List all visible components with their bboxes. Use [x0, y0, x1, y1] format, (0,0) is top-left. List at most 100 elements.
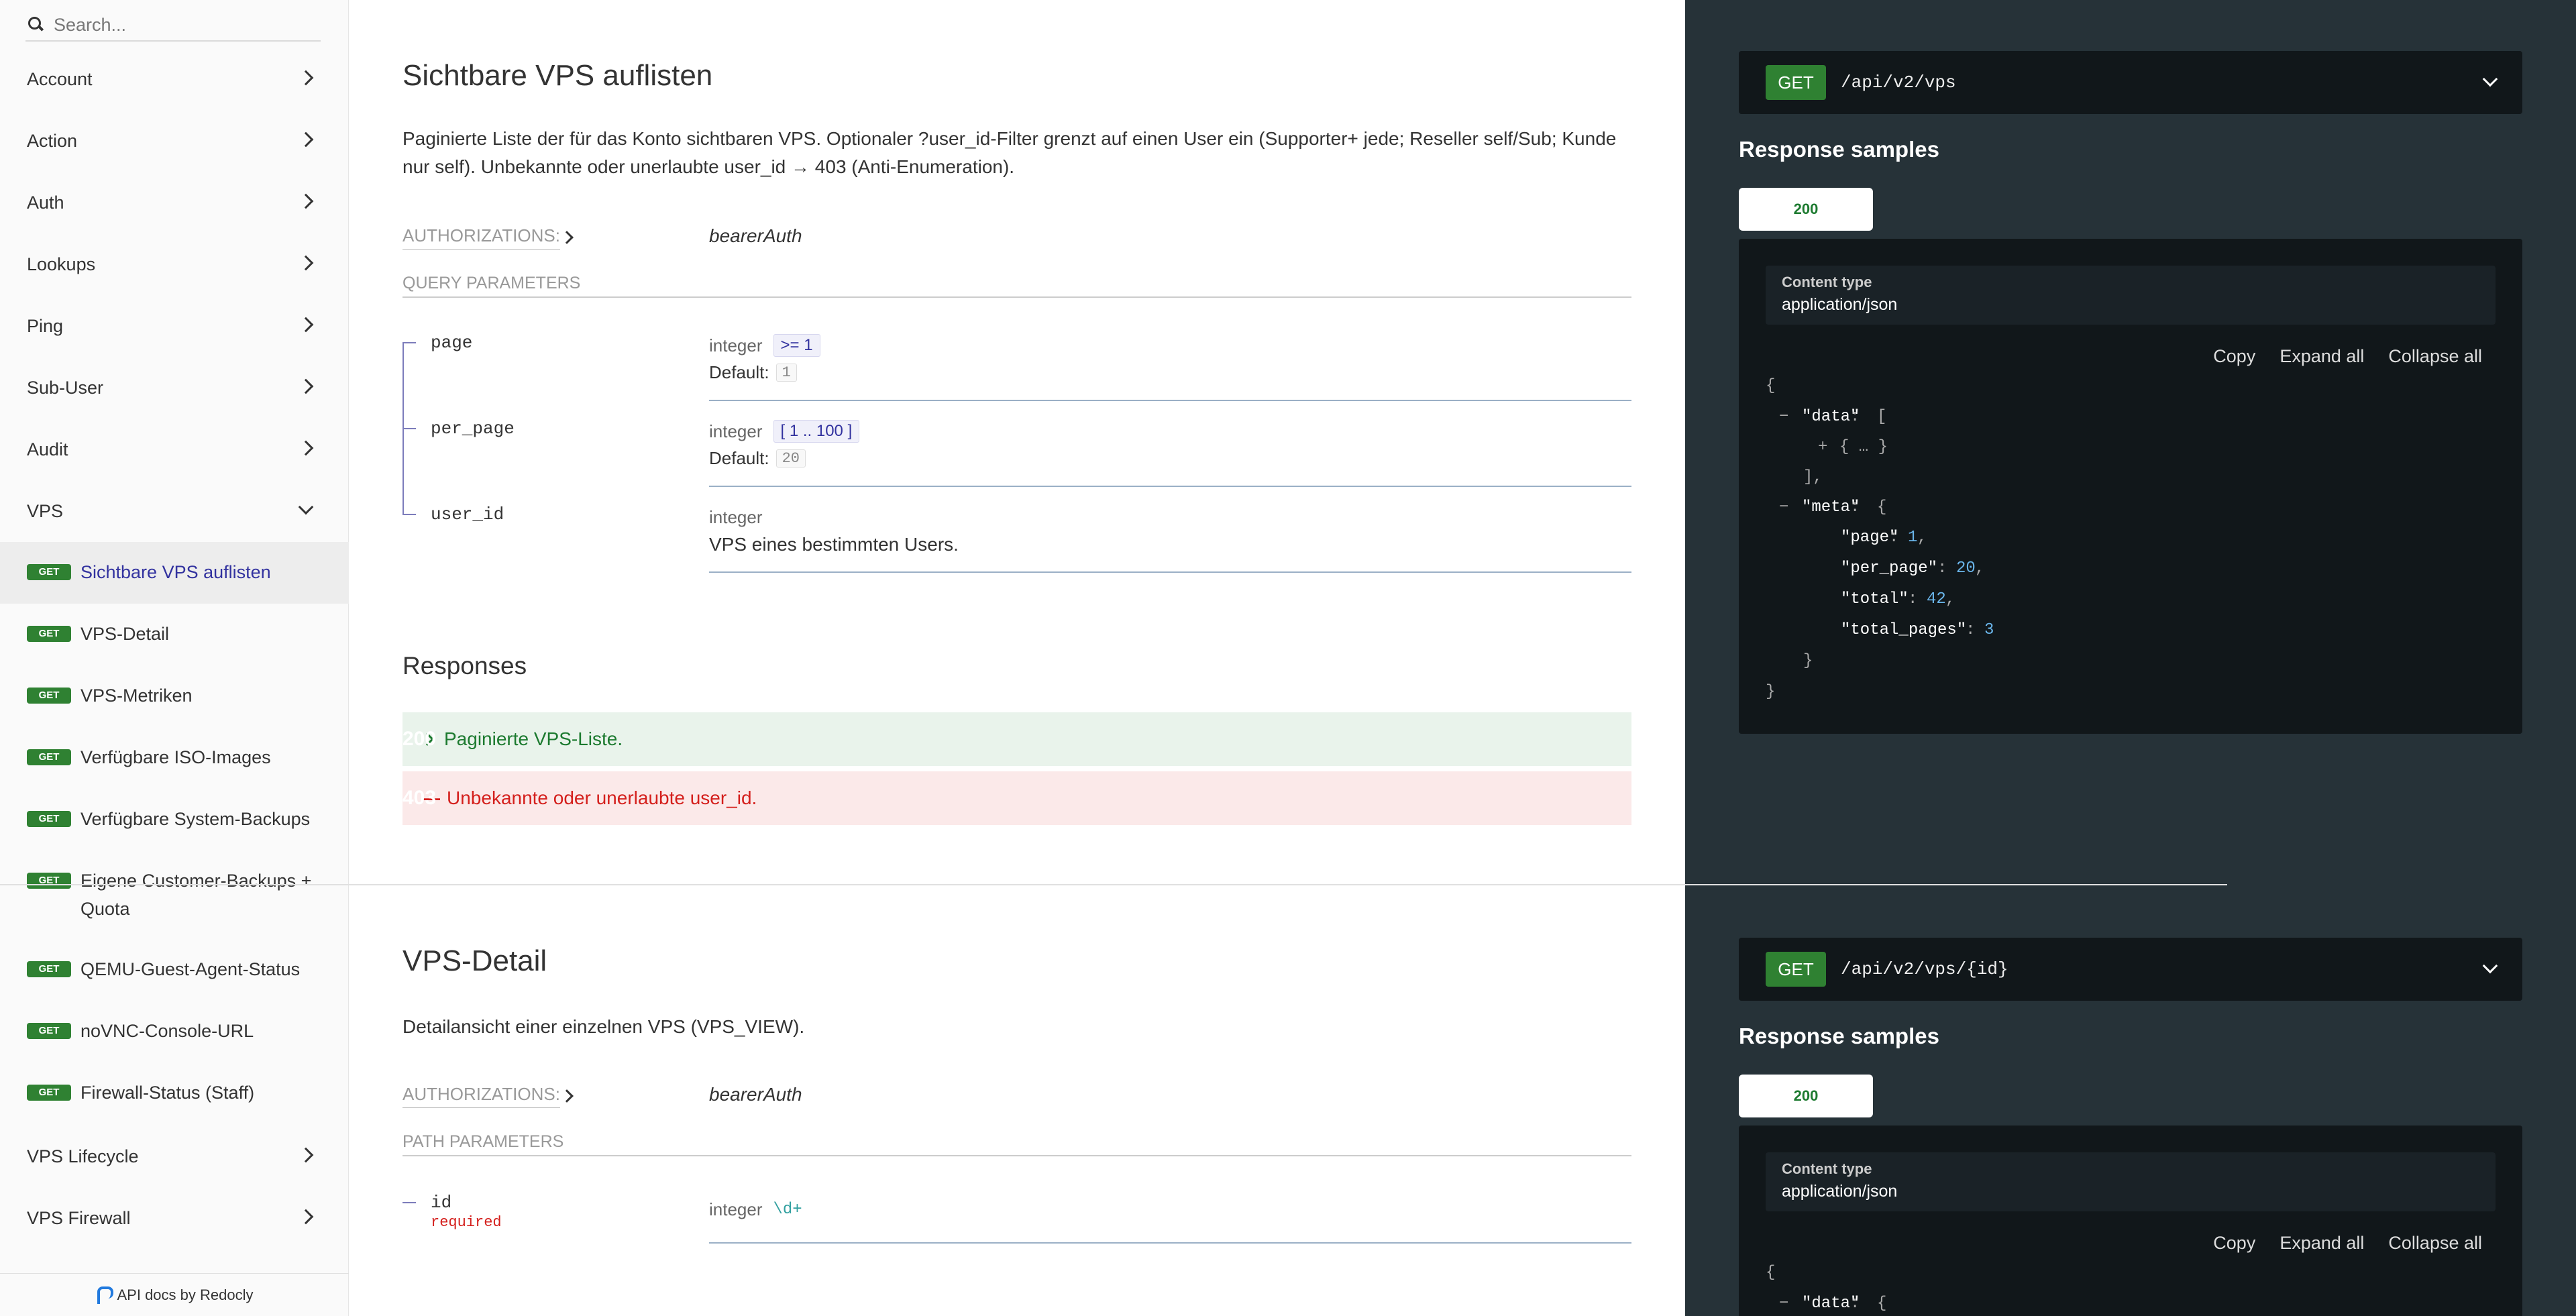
sidebar-item-vps-firewall[interactable]: VPS Firewall	[0, 1187, 349, 1249]
sidebar: Account Action Auth Lookups Ping Sub-Use…	[0, 0, 349, 1316]
param-type-label: integer	[709, 507, 763, 527]
response-samples-title: Response samples	[1739, 137, 1939, 162]
param-description: VPS eines bestimmten Users.	[709, 534, 959, 555]
right-panel: GET /api/v2/vps Response samples 200 Con…	[1685, 0, 2576, 1316]
row-divider	[709, 571, 1631, 573]
content-type-label: Content type	[1782, 1160, 1872, 1177]
response-text: Unbekannte oder unerlaubte user_id.	[447, 787, 757, 808]
responses-title: Responses	[402, 652, 527, 679]
sidebar-op-vps-metrics[interactable]: GET VPS-Metriken	[0, 665, 349, 727]
operation-description: Detailansicht einer einzelnen VPS (VPS_V…	[402, 1016, 805, 1037]
sidebar-item-lookups[interactable]: Lookups	[0, 233, 349, 295]
json-collapse-toggle[interactable]: −	[1779, 408, 1788, 426]
sidebar-item-action[interactable]: Action	[0, 110, 349, 172]
copy-button[interactable]: Copy	[2213, 346, 2255, 367]
json-bracket: ],	[1803, 468, 1823, 486]
param-type: integer >= 1	[709, 334, 820, 357]
sidebar-item-audit[interactable]: Audit	[0, 419, 349, 480]
redocly-label: API docs by Redocly	[117, 1286, 254, 1303]
json-collapse-toggle[interactable]: −	[1779, 1295, 1788, 1313]
json-colon: :	[1850, 498, 1860, 516]
endpoint-path: /api/v2/vps	[1841, 72, 1956, 93]
search-input[interactable]	[54, 14, 309, 36]
param-type-label: integer	[709, 421, 763, 441]
chevron-right-icon	[298, 440, 314, 456]
operation-description: Paginierte Liste der für das Konto sicht…	[402, 125, 1650, 181]
sidebar-op-label: VPS-Detail	[80, 624, 170, 644]
sidebar-op-customer-backups[interactable]: GET Eigene Customer-Backups + Quota	[0, 851, 349, 939]
sidebar-item-ping[interactable]: Ping	[0, 295, 349, 357]
chevron-right-icon	[298, 70, 314, 86]
response-403-row[interactable]: — 403 Unbekannte oder unerlaubte user_id…	[402, 771, 1631, 825]
sidebar-item-label: Audit	[27, 439, 68, 459]
default-value: 20	[775, 449, 806, 468]
sidebar-item-label: Sub-User	[27, 377, 104, 398]
authorizations-toggle[interactable]: Authorizations:	[402, 225, 560, 250]
divider	[402, 296, 1631, 298]
collapse-all-button[interactable]: Collapse all	[2388, 346, 2482, 367]
json-expand-toggle[interactable]: +	[1818, 438, 1827, 456]
endpoint-toggle[interactable]: GET /api/v2/vps/{id}	[1739, 938, 2522, 1001]
endpoint-path: /api/v2/vps/{id}	[1841, 959, 2008, 979]
method-badge: GET	[27, 749, 71, 765]
sidebar-item-sub-user[interactable]: Sub-User	[0, 357, 349, 419]
sidebar-op-system-backups[interactable]: GET Verfügbare System-Backups	[0, 789, 349, 851]
json-key: "total"	[1841, 590, 1909, 608]
content-type-box[interactable]: Content type application/json	[1766, 1152, 2496, 1211]
method-badge: GET	[27, 626, 71, 642]
sidebar-op-list-vps[interactable]: GET Sichtbare VPS auflisten	[0, 542, 349, 604]
copy-button[interactable]: Copy	[2213, 1233, 2255, 1254]
sample-actions: Copy Expand all Collapse all	[2189, 346, 2482, 367]
sidebar-op-qemu-agent[interactable]: GET QEMU-Guest-Agent-Status	[0, 939, 349, 1001]
sidebar-item-label: VPS Firewall	[27, 1207, 131, 1228]
auth-scheme: bearerAuth	[709, 225, 802, 246]
response-200-toggle[interactable]: 200 Paginierte VPS-Liste.	[402, 712, 1631, 766]
sidebar-op-iso-images[interactable]: GET Verfügbare ISO-Images	[0, 727, 349, 789]
sidebar-op-label: VPS-Metriken	[80, 686, 193, 706]
sidebar-item-auth[interactable]: Auth	[0, 172, 349, 233]
method-badge: GET	[27, 1023, 71, 1039]
sidebar-item-account[interactable]: Account	[0, 48, 349, 110]
json-colon: :	[1850, 1295, 1860, 1313]
json-collapsed-object: { … }	[1839, 438, 1888, 456]
json-collapse-toggle[interactable]: −	[1779, 498, 1788, 516]
sidebar-item-label: Lookups	[27, 254, 96, 274]
expand-all-button[interactable]: Expand all	[2279, 1233, 2364, 1254]
required-label: required	[431, 1214, 502, 1231]
json-key: "total_pages"	[1841, 621, 1967, 639]
response-tab-200[interactable]: 200	[1739, 188, 1873, 231]
json-colon: :	[1850, 408, 1860, 426]
redocly-logo-icon	[96, 1286, 113, 1304]
response-tab-200[interactable]: 200	[1739, 1075, 1873, 1117]
response-sample-panel: Content type application/json Copy Expan…	[1739, 1126, 2522, 1316]
param-type: integer [ 1 .. 100 ]	[709, 420, 860, 443]
sidebar-op-label: Verfügbare System-Backups	[80, 809, 311, 829]
sidebar-op-vps-detail[interactable]: GET VPS-Detail	[0, 604, 349, 665]
param-pattern: \d+	[773, 1201, 802, 1219]
param-tick	[402, 514, 416, 515]
sidebar-op-firewall-status[interactable]: GET Firewall-Status (Staff)	[0, 1062, 349, 1124]
collapse-all-button[interactable]: Collapse all	[2388, 1233, 2482, 1254]
sidebar-item-vps-lifecycle[interactable]: VPS Lifecycle	[0, 1126, 349, 1187]
method-badge: GET	[27, 811, 71, 827]
default-value: 1	[775, 364, 797, 382]
chevron-down-icon	[2482, 71, 2498, 87]
response-samples-title: Response samples	[1739, 1024, 1939, 1048]
sidebar-op-label: Firewall-Status (Staff)	[80, 1083, 255, 1103]
redocly-link[interactable]: API docs by Redocly	[0, 1273, 349, 1316]
auth-scheme: bearerAuth	[709, 1084, 802, 1105]
sidebar-op-novnc[interactable]: GET noVNC-Console-URL	[0, 1001, 349, 1062]
search-box[interactable]	[25, 9, 321, 42]
operation-title: VPS-Detail	[402, 944, 547, 977]
endpoint-toggle[interactable]: GET /api/v2/vps	[1739, 51, 2522, 114]
param-type-label: integer	[709, 335, 763, 355]
expand-all-button[interactable]: Expand all	[2279, 346, 2364, 367]
authorizations-toggle[interactable]: Authorizations:	[402, 1084, 560, 1108]
chevron-down-icon	[298, 499, 314, 515]
sidebar-op-label: noVNC-Console-URL	[80, 1021, 254, 1041]
sidebar-item-label: Action	[27, 130, 78, 151]
content-type-box[interactable]: Content type application/json	[1766, 266, 2496, 325]
sidebar-item-vps[interactable]: VPS	[0, 480, 349, 542]
row-divider	[709, 486, 1631, 487]
json-colon: :	[1908, 590, 1918, 608]
